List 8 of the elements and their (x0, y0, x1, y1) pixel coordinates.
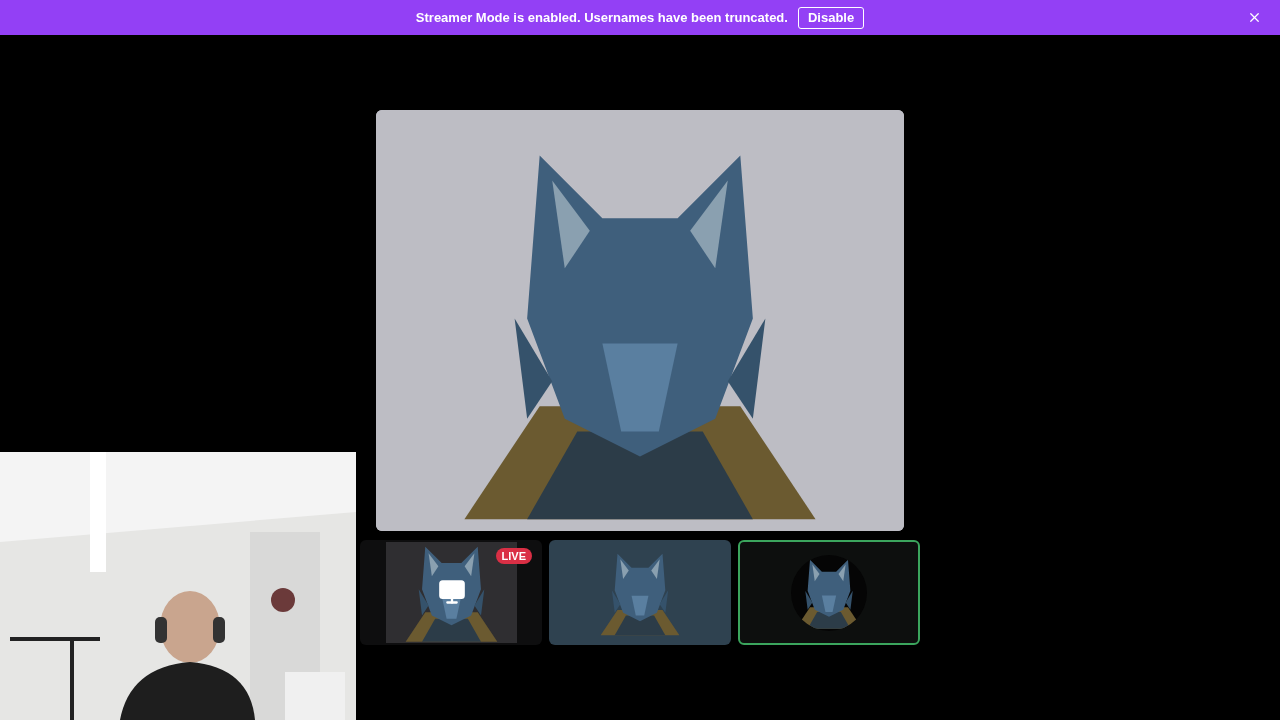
close-icon[interactable] (1247, 10, 1262, 25)
participant-tile[interactable] (738, 540, 920, 645)
live-badge: LIVE (495, 548, 532, 564)
participant-tile[interactable]: LIVE (360, 540, 542, 645)
disable-button[interactable]: Disable (797, 6, 865, 29)
banner-message: Streamer Mode is enabled. Usernames have been truncated. (415, 8, 788, 27)
participant-tile[interactable] (549, 540, 731, 645)
screen-share-icon (437, 578, 466, 606)
